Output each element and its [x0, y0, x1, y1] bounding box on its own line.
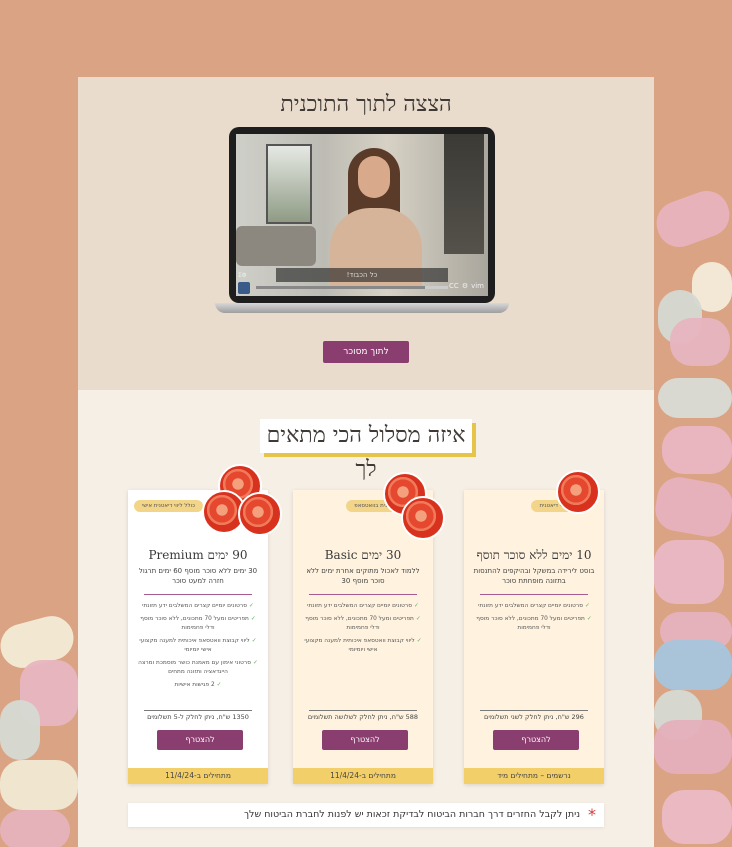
background-pill — [662, 790, 732, 844]
plan-subtitle: ללמוד לאכול מתוקים אחרת ימים ללא סוכר מו… — [306, 567, 420, 585]
check-icon: ✓ — [584, 603, 590, 609]
check-icon: ✓ — [586, 616, 592, 622]
check-icon: ✓ — [216, 682, 222, 688]
divider — [144, 710, 252, 711]
background-pill — [650, 184, 732, 254]
check-icon: ✓ — [413, 603, 419, 609]
check-icon: ✓ — [248, 603, 254, 609]
video-presenter-face — [358, 156, 390, 198]
check-icon: ✓ — [250, 616, 256, 622]
plan-name: 90 ימים Premium — [148, 548, 248, 562]
check-icon: ✓ — [416, 638, 422, 644]
background-pill — [658, 378, 732, 418]
start-date-strip: מתחילים ב-11/4/24 — [293, 768, 433, 784]
video-controls: CC ⚙ vim — [449, 282, 484, 290]
plan-price: 588 ש"ח, ניתן לחלק לשלושה תשלומים — [307, 713, 419, 721]
feature-item: ✓תפריטים ומעל 70 מתכונים, ללא סוכר מוסף … — [140, 616, 256, 631]
video-sofa-scene — [236, 226, 316, 266]
feature-item: ✓סרטונים יומיים קצרים המשלבים ידע תזונתי — [142, 603, 254, 609]
video-caption: כל הכבוד! — [276, 268, 448, 282]
laptop-base — [215, 303, 509, 313]
vimeo-logo[interactable]: vim — [471, 282, 484, 290]
check-icon: ✓ — [252, 660, 258, 666]
background-pill — [0, 810, 70, 847]
divider — [144, 594, 252, 595]
insurance-note: * ניתן לקבל החזרים דרך חברות הביטוח לבדי… — [128, 803, 604, 827]
feature-item: ✓סרטוני אימון עם מאמנת כושר מוסמכת ומרצה… — [138, 660, 258, 675]
background-pill — [654, 720, 732, 774]
video-window-scene — [266, 144, 312, 224]
background-pill — [651, 473, 732, 541]
feature-item: ✓תפריטים ומעל 70 מתכונים, ללא סוכר מוסף … — [305, 616, 421, 631]
divider — [309, 594, 417, 595]
asterisk-icon: * — [588, 805, 596, 824]
feature-list: ✓סרטונים יומיים קצרים המשלבים ידע תזונתי… — [472, 602, 596, 637]
insurance-note-text: ניתן לקבל החזרים דרך חברות הביטוח לבדיקת… — [243, 809, 580, 820]
plan-price: 296 ש"ח, ניתן לחלק לשני תשלומים — [484, 713, 584, 721]
feature-item: ✓תפריטים ומעל 70 מתכונים, ללא סוכר מוסף … — [476, 616, 592, 631]
divider — [309, 710, 417, 711]
plan-subtitle: בוסט לירידה במשקל ובהיקפים להתנסות בתזונ… — [473, 567, 595, 585]
section-title: איזה מסלול הכי מתאים לך — [260, 419, 472, 482]
divider — [480, 710, 588, 711]
plan-badge: כולל ליווי דיאטנית אישי — [134, 500, 204, 512]
play-icon[interactable] — [238, 282, 250, 294]
plan-name: 10 ימים ללא סוכר תוסף — [476, 548, 592, 562]
background-pill — [670, 318, 730, 366]
check-icon: ✓ — [415, 616, 421, 622]
plan-card-10-days: ללא ליווי דיאטנית 10 ימים ללא סוכר תוסף … — [464, 470, 604, 784]
content-panel: הצצה לתוך התוכנית כל הכבוד! CC ⚙ vim ΣΦ — [78, 77, 654, 847]
feature-item: ✓סרטונים יומיים קצרים המשלבים ידע תזונתי — [478, 603, 590, 609]
feature-item: ✓ליווי קבוצת וואטסאפ איכותית למענה מקצוע… — [304, 638, 422, 653]
tomato-icon — [401, 496, 445, 540]
video-side-label: ΣΦ — [238, 272, 247, 279]
background-pill — [0, 700, 40, 760]
start-date-strip: נרשמים – מתחילים מיד — [464, 768, 604, 784]
background-pill — [662, 426, 732, 474]
check-icon: ✓ — [251, 638, 257, 644]
background-pill — [0, 760, 78, 810]
laptop-screen: כל הכבוד! CC ⚙ vim ΣΦ — [229, 127, 495, 303]
feature-list: ✓סרטונים יומיים קצרים המשלבים ידע תזונתי… — [301, 602, 425, 659]
background-pill — [654, 540, 724, 604]
join-button[interactable]: להצטרף — [157, 730, 243, 750]
divider — [480, 594, 588, 595]
feature-item: ✓סרטונים יומיים קצרים המשלבים ידע תזונתי — [307, 603, 419, 609]
hero-title: הצצה לתוך התוכנית — [280, 92, 452, 117]
tomato-icon — [238, 492, 282, 536]
captions-icon[interactable]: CC — [449, 282, 459, 290]
plan-card-basic: ליווי דיאטנית בוואטסאפ 30 ימים Basic ללמ… — [293, 472, 445, 784]
feature-item: ✓ליווי קבוצת וואטסאפ איכותית למענה מקצוע… — [139, 638, 257, 653]
join-button[interactable]: להצטרף — [322, 730, 408, 750]
join-button[interactable]: להצטרף — [493, 730, 579, 750]
video-shelf-scene — [444, 134, 484, 254]
plan-name: 30 ימים Basic — [324, 548, 402, 562]
feature-list: ✓סרטונים יומיים קצרים המשלבים ידע תזונתי… — [136, 602, 260, 694]
start-date-strip: מתחילים ב-11/4/24 — [128, 768, 268, 784]
plan-card-premium: כולל ליווי דיאטנית אישי 90 ימים Premium … — [128, 464, 282, 784]
settings-icon[interactable]: ⚙ — [462, 282, 468, 290]
background-pill — [654, 640, 732, 690]
plan-subtitle: 30 ימים ללא סוכר מוסף 60 ימים תרגול חזרה… — [138, 567, 258, 585]
video-progress-bar[interactable] — [256, 286, 448, 289]
feature-item: ✓2 פגישות אישיות — [174, 682, 222, 688]
plan-price: 1350 ש"ח, ניתן לחלק ל-5 תשלומים — [147, 713, 249, 721]
hero-section: הצצה לתוך התוכנית כל הכבוד! CC ⚙ vim ΣΦ — [78, 77, 654, 390]
tomato-icon — [556, 470, 600, 514]
enter-program-button[interactable]: לתוך מסוכר — [323, 341, 409, 363]
video-progress-fill — [424, 286, 448, 289]
video-player[interactable]: כל הכבוד! CC ⚙ vim ΣΦ — [236, 134, 488, 296]
